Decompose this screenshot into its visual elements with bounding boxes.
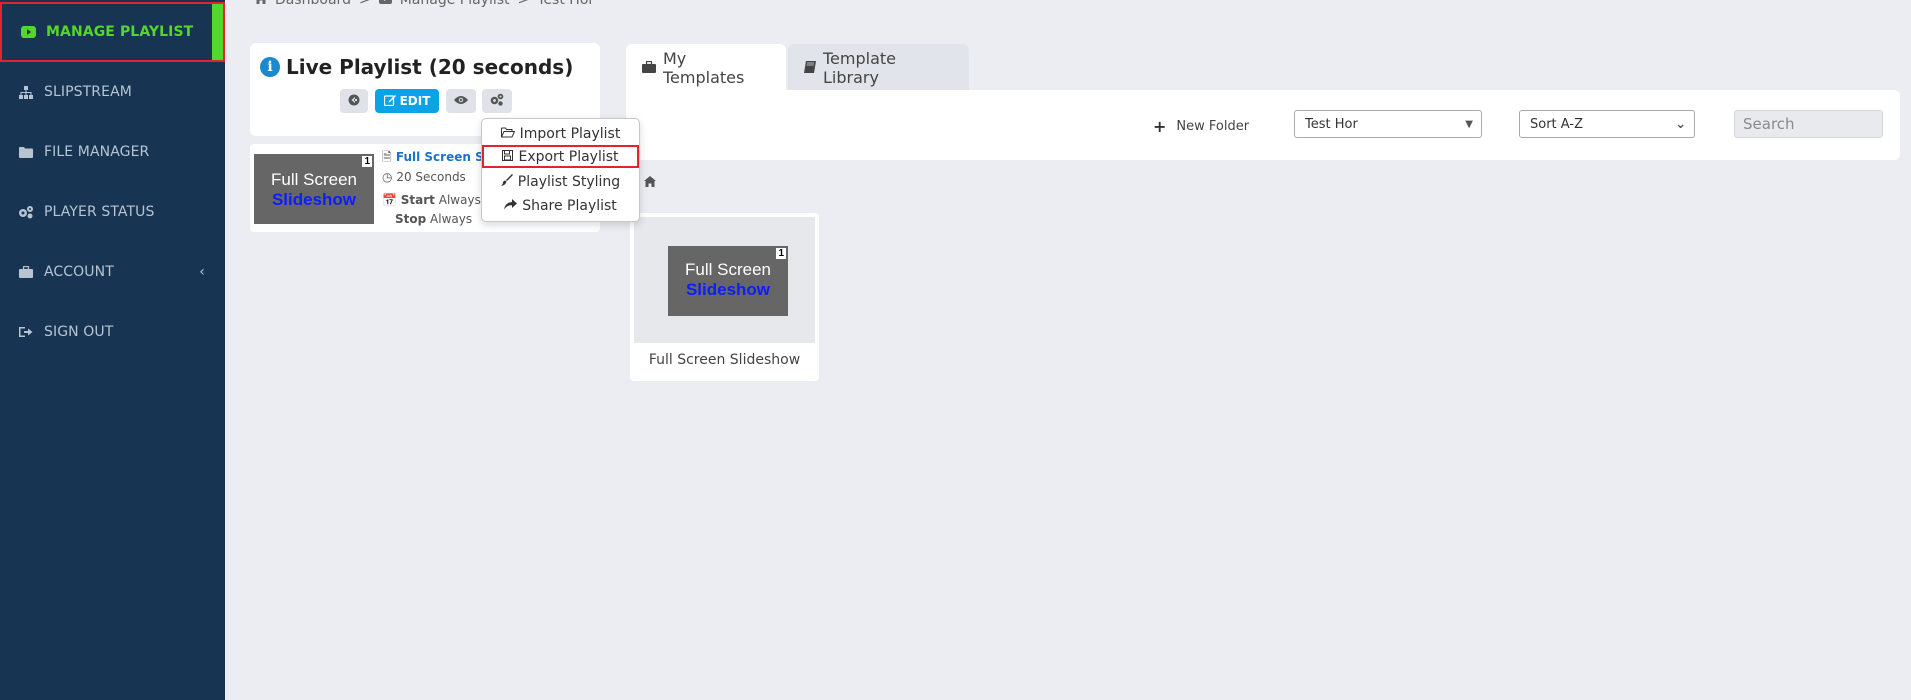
sidebar-item-label: ACCOUNT	[44, 264, 114, 280]
caret-down-icon: ▼	[1465, 118, 1473, 130]
tab-label: Template Library	[823, 48, 897, 87]
tab-my-templates[interactable]: My Templates	[626, 44, 786, 91]
gears-icon	[18, 205, 34, 219]
sidebar-item-label: MANAGE PLAYLIST	[46, 24, 194, 40]
menu-item-export-playlist[interactable]: Export Playlist	[482, 145, 639, 168]
brush-icon	[500, 173, 513, 190]
breadcrumb-separator: >	[358, 0, 371, 8]
settings-button[interactable]	[482, 89, 512, 113]
briefcase-icon	[18, 265, 34, 279]
briefcase-icon	[642, 58, 656, 77]
sidebar-item-label: SLIPSTREAM	[44, 84, 132, 100]
arrow-left-icon	[348, 94, 360, 109]
folder-home-icon[interactable]	[644, 172, 656, 191]
preview-button[interactable]	[446, 89, 476, 113]
start-label: Start	[400, 193, 435, 207]
edit-icon	[383, 94, 396, 109]
search-input[interactable]: Search	[1734, 110, 1883, 138]
playlist-item-start: 📅 Start Always	[382, 193, 481, 207]
stop-label: Stop	[395, 212, 427, 226]
item-number-badge: 1	[362, 156, 372, 167]
sidebar: MANAGE PLAYLIST SLIPSTREAM FILE MANAGER …	[0, 0, 225, 700]
sidebar-item-slipstream[interactable]: SLIPSTREAM	[0, 62, 225, 122]
file-icon: 🗎	[382, 150, 392, 164]
thumbnail-subtitle: Slideshow	[271, 190, 357, 209]
thumbnail-title: Full Screen	[271, 170, 357, 189]
tab-label: My Templates	[663, 48, 745, 87]
breadcrumb-separator: >	[517, 0, 530, 8]
clock-icon: ◷	[382, 170, 393, 184]
stop-value: Always	[430, 212, 473, 226]
menu-item-label: Share Playlist	[522, 197, 617, 214]
menu-item-label: Import Playlist	[519, 125, 621, 142]
template-thumbnail: Full Screen Slideshow 1	[668, 246, 788, 316]
sidebar-item-label: FILE MANAGER	[44, 144, 150, 160]
duration-text: 20 Seconds	[396, 170, 466, 184]
sort-select[interactable]: Sort A-Z ⌄	[1519, 110, 1695, 138]
sitemap-icon	[18, 85, 34, 99]
active-indicator	[212, 4, 223, 60]
playlist-actions-menu: Import Playlist Export Playlist Playlist…	[481, 118, 640, 222]
book-icon	[804, 58, 816, 77]
plus-icon: +	[1153, 117, 1167, 136]
sidebar-item-account[interactable]: ACCOUNT ‹	[0, 242, 225, 302]
sort-select-value: Sort A-Z	[1530, 116, 1583, 132]
tab-template-library[interactable]: Template Library	[788, 44, 969, 91]
sidebar-item-manage-playlist[interactable]: MANAGE PLAYLIST	[0, 2, 225, 62]
chevron-left-icon: ‹	[199, 264, 205, 280]
edit-button-label: EDIT	[399, 94, 431, 108]
playlist-item-stop: Stop Always	[395, 212, 472, 226]
folder-open-icon	[500, 126, 515, 142]
template-card[interactable]: Full Screen Slideshow 1 Full Screen Slid…	[630, 213, 819, 381]
menu-item-share-playlist[interactable]: Share Playlist	[482, 194, 639, 217]
template-number-badge: 1	[776, 248, 786, 259]
calendar-icon: 📅	[382, 193, 397, 207]
live-playlist-title-text: Live Playlist (20 seconds)	[286, 55, 574, 79]
template-caption: Full Screen Slideshow	[648, 352, 801, 368]
playlist-item-duration: ◷ 20 Seconds	[382, 170, 466, 184]
sidebar-item-sign-out[interactable]: SIGN OUT	[0, 302, 225, 362]
eye-icon	[454, 94, 468, 108]
new-folder-label: New Folder	[1176, 119, 1250, 134]
sidebar-item-player-status[interactable]: PLAYER STATUS	[0, 182, 225, 242]
breadcrumb-current: Test Hor	[537, 0, 595, 8]
sidebar-item-label: PLAYER STATUS	[44, 204, 155, 220]
breadcrumb-dashboard[interactable]: Dashboard	[275, 0, 351, 8]
home-icon	[255, 0, 267, 8]
gears-icon	[490, 93, 504, 109]
start-value: Always	[438, 193, 481, 207]
breadcrumb-manage-playlist[interactable]: Manage Playlist	[400, 0, 510, 8]
thumbnail-subtitle: Slideshow	[685, 280, 771, 299]
breadcrumb: Dashboard > Manage Playlist > Test Hor	[255, 0, 594, 8]
share-icon	[504, 198, 518, 214]
menu-item-playlist-styling[interactable]: Playlist Styling	[482, 170, 639, 193]
folder-select[interactable]: Test Hor ▼	[1294, 110, 1482, 138]
menu-item-import-playlist[interactable]: Import Playlist	[482, 122, 639, 145]
templates-toolbar	[626, 90, 1900, 160]
edit-button[interactable]: EDIT	[375, 89, 439, 113]
back-button[interactable]	[340, 89, 368, 113]
live-playlist-title: i Live Playlist (20 seconds)	[260, 55, 573, 79]
playlist-item-thumbnail: Full Screen Slideshow 1	[254, 154, 374, 224]
menu-item-label: Playlist Styling	[517, 173, 621, 190]
menu-item-label: Export Playlist	[518, 148, 619, 165]
template-thumbnail-area: Full Screen Slideshow 1	[634, 217, 815, 343]
sidebar-item-file-manager[interactable]: FILE MANAGER	[0, 122, 225, 182]
thumbnail-title: Full Screen	[685, 260, 771, 279]
sidebar-item-label: SIGN OUT	[44, 324, 114, 340]
save-icon	[502, 149, 514, 165]
new-folder-button[interactable]: + New Folder	[1153, 117, 1249, 136]
info-icon: i	[260, 57, 280, 77]
video-icon	[378, 0, 392, 8]
folder-icon	[18, 145, 34, 159]
search-placeholder: Search	[1743, 115, 1795, 133]
folder-select-value: Test Hor	[1305, 116, 1358, 132]
chevron-down-icon: ⌄	[1675, 116, 1686, 132]
sign-out-icon	[18, 325, 34, 339]
play-icon	[20, 25, 36, 39]
